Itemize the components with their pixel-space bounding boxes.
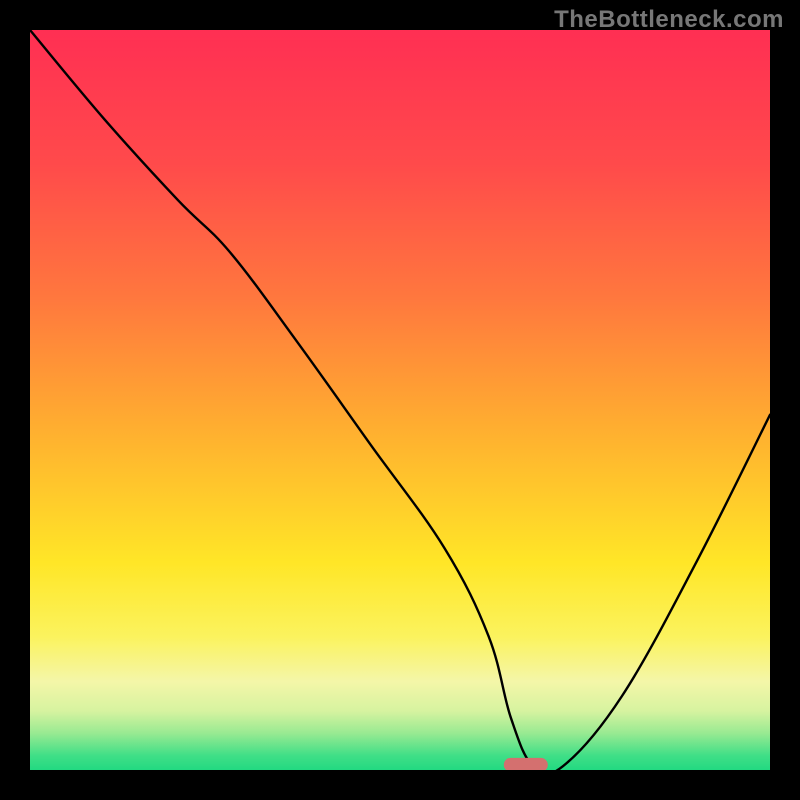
optimal-marker	[504, 758, 548, 770]
gradient-background	[30, 30, 770, 770]
watermark-text: TheBottleneck.com	[554, 6, 784, 34]
chart-plot-area	[30, 30, 770, 770]
chart-svg	[30, 30, 770, 770]
chart-frame: TheBottleneck.com	[0, 0, 800, 800]
